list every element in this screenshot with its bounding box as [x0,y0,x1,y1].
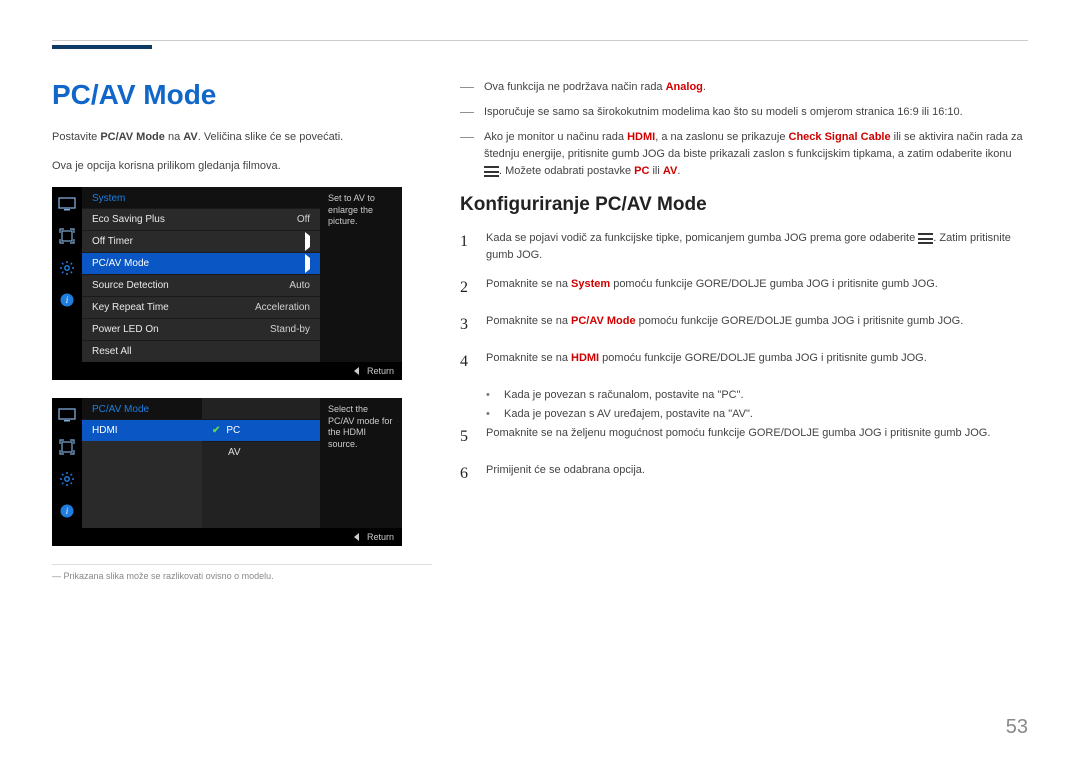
info-icon: i [57,291,77,309]
osd-row: Source DetectionAuto [82,274,320,296]
osd-side-icons: i [52,187,82,362]
check-icon: ✔ [212,425,220,436]
osd-row: Off Timer [82,230,320,252]
step-4: 4 Pomaknite se na HDMI pomoću funkcije G… [460,350,1028,375]
display-icon [57,406,77,424]
chevron-right-icon [305,254,310,273]
note-item: ― Isporučuje se samo sa širokokutnim mod… [460,104,1028,121]
menu-icon [484,166,499,177]
osd-option-selected: ✔PC [202,419,320,441]
osd-pcav-submenu: i PC/AV Mode HDMI . ✔PC AV Select the PC… [52,398,402,546]
back-arrow-icon [354,367,359,375]
osd-row-selected: PC/AV Mode [82,252,320,274]
osd-description: Select the PC/AV mode for the HDMI sourc… [320,398,402,528]
osd-option: AV [202,441,320,463]
page-number: 53 [1006,716,1028,739]
step-3: 3 Pomaknite se na PC/AV Mode pomoću funk… [460,313,1028,338]
gear-icon [57,470,77,488]
step-6: 6 Primijenit će se odabrana opcija. [460,462,1028,487]
back-arrow-icon [354,533,359,541]
page-title: PC/AV Mode [52,79,432,111]
osd-row-selected: HDMI [82,419,202,441]
note-item: ― Ova funkcija ne podržava način rada An… [460,79,1028,96]
step-5: 5 Pomaknite se na željenu mogućnost pomo… [460,425,1028,450]
osd-description: Set to AV to enlarge the picture. [320,187,402,362]
info-icon: i [57,502,77,520]
osd-row: Power LED OnStand-by [82,318,320,340]
note-item: ― Ako je monitor u načinu rada HDMI, a n… [460,129,1028,180]
picture-size-icon [57,438,77,456]
intro-paragraph-2: Ova je opcija korisna prilikom gledanja … [52,158,432,175]
osd-footer: Return [52,362,402,380]
osd-row: Eco Saving PlusOff [82,208,320,230]
header-accent-bar [52,45,152,49]
osd-header: PC/AV Mode [82,398,202,419]
step-4-sub-a: •Kada je povezan s računalom, postavite … [486,387,1028,404]
chevron-right-icon [305,232,310,251]
step-2: 2 Pomaknite se na System pomoću funkcije… [460,276,1028,301]
section-heading: Konfiguriranje PC/AV Mode [460,194,1028,216]
step-1: 1 Kada se pojavi vodič za funkcijske tip… [460,230,1028,264]
menu-icon [918,233,933,244]
footnote: ― Prikazana slika može se razlikovati ov… [52,571,432,581]
step-4-sub-b: •Kada je povezan s AV uređajem, postavit… [486,406,1028,423]
osd-footer: Return [52,528,402,546]
osd-system-menu: i System Eco Saving PlusOff Off Timer PC… [52,187,402,380]
osd-row: Key Repeat TimeAcceleration [82,296,320,318]
display-icon [57,195,77,213]
osd-header: System [82,187,320,208]
osd-row: Reset All [82,340,320,362]
gear-icon [57,259,77,277]
intro-paragraph-1: Postavite PC/AV Mode na AV. Veličina sli… [52,129,432,146]
osd-side-icons: i [52,398,82,528]
picture-size-icon [57,227,77,245]
